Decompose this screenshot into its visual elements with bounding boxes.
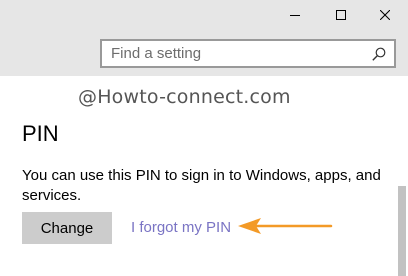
close-button[interactable] bbox=[362, 0, 408, 30]
pin-description: You can use this PIN to sign in to Windo… bbox=[22, 167, 381, 204]
search-box bbox=[100, 39, 396, 68]
search-icon[interactable] bbox=[372, 47, 386, 61]
close-icon bbox=[380, 10, 390, 20]
maximize-icon bbox=[336, 10, 346, 20]
change-button[interactable]: Change bbox=[22, 212, 112, 244]
title-bar bbox=[0, 0, 408, 76]
scrollbar-thumb[interactable] bbox=[398, 186, 406, 276]
minimize-icon bbox=[290, 15, 300, 16]
search-input[interactable] bbox=[102, 41, 360, 66]
maximize-button[interactable] bbox=[318, 0, 364, 30]
minimize-button[interactable] bbox=[272, 0, 318, 30]
watermark-text: @Howto-connect.com bbox=[78, 86, 291, 108]
forgot-pin-link[interactable]: I forgot my PIN bbox=[131, 219, 231, 236]
section-title: PIN bbox=[22, 121, 59, 146]
arrow-annotation bbox=[238, 218, 333, 234]
